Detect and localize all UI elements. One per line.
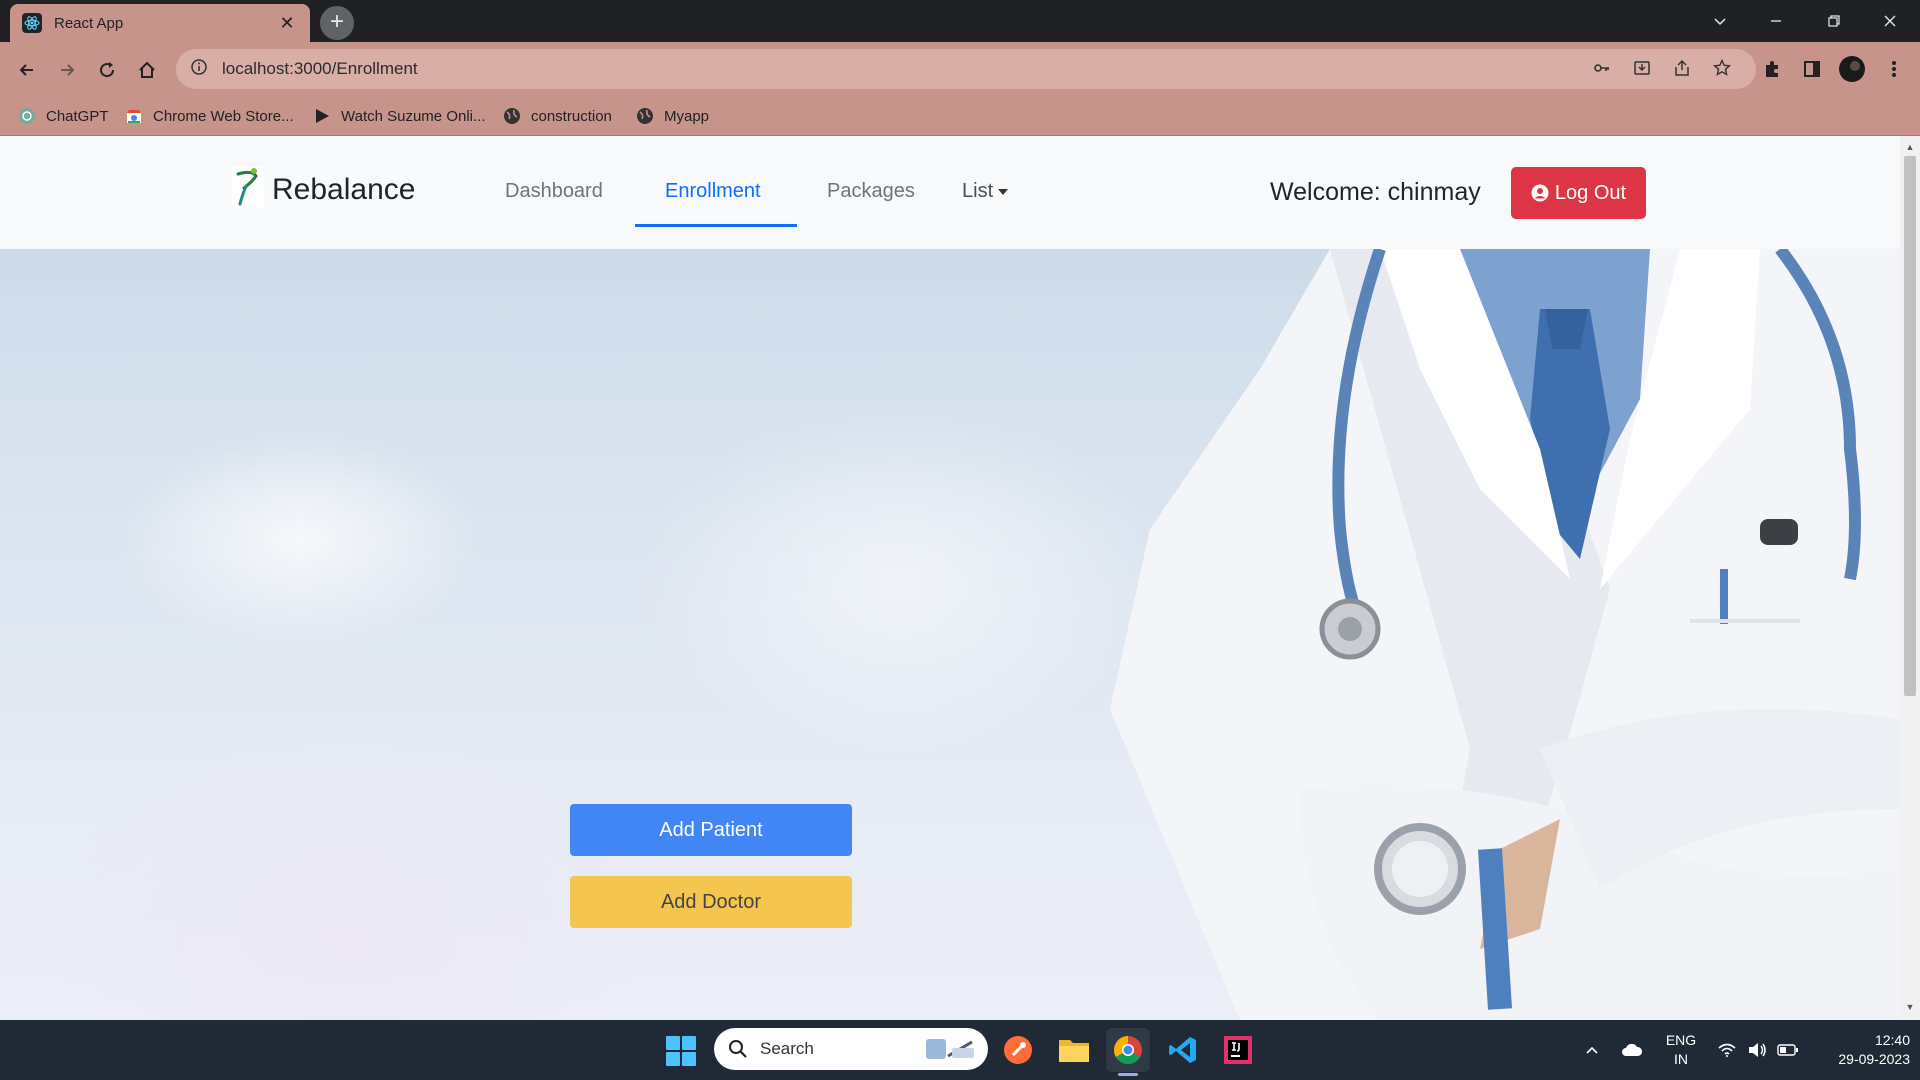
chatgpt-icon	[18, 107, 36, 125]
restore-icon[interactable]	[1806, 0, 1862, 42]
scroll-down-icon[interactable]: ▼	[1905, 1002, 1915, 1012]
add-doctor-button[interactable]: Add Doctor	[570, 876, 852, 928]
lang-line2: IN	[1674, 1051, 1688, 1067]
bookmarks-bar: ChatGPT Chrome Web Store... Watch Suzume…	[0, 96, 1920, 136]
profile-avatar[interactable]	[1838, 55, 1866, 83]
close-window-icon[interactable]	[1862, 0, 1918, 42]
tab-title: React App	[54, 14, 124, 32]
extensions-icon[interactable]	[1758, 55, 1786, 83]
nav-packages[interactable]: Packages	[827, 180, 915, 203]
bookmark-label: Chrome Web Store...	[153, 107, 294, 125]
hero-background: Add Patient Add Doctor	[0, 249, 1900, 1020]
kebab-menu-icon[interactable]	[1880, 55, 1908, 83]
bookmark-myapp[interactable]: Myapp	[636, 104, 709, 128]
taskbar-app-intellij[interactable]	[1216, 1028, 1260, 1072]
nav-enrollment[interactable]: Enrollment	[665, 180, 761, 203]
windows-taskbar: Search ENG IN 12:40 29-09-2023	[0, 1020, 1920, 1080]
scroll-up-icon[interactable]: ▲	[1905, 142, 1915, 152]
home-icon[interactable]	[133, 56, 161, 84]
clock-time: 12:40	[1874, 1032, 1910, 1048]
folder-icon	[1058, 1036, 1090, 1064]
welcome-text: Welcome: chinmay	[1270, 178, 1481, 206]
new-tab-button[interactable]: +	[320, 6, 354, 40]
bookmark-label: ChatGPT	[46, 107, 109, 125]
add-patient-button[interactable]: Add Patient	[570, 804, 852, 856]
tab-search-icon[interactable]	[1692, 0, 1748, 42]
play-icon	[313, 107, 331, 125]
nav-list-dropdown[interactable]: List	[962, 180, 1009, 203]
doctor-background-image	[1110, 249, 1900, 1020]
bookmark-chrome-web-store[interactable]: Chrome Web Store...	[125, 104, 294, 128]
browser-tab-strip: React App ✕ +	[0, 0, 1920, 42]
caret-down-icon	[997, 188, 1009, 196]
bookmark-watch-suzume[interactable]: Watch Suzume Onli...	[313, 104, 486, 128]
volume-icon[interactable]	[1744, 1020, 1770, 1080]
nav-dashboard[interactable]: Dashboard	[505, 180, 603, 203]
scroll-thumb[interactable]	[1904, 156, 1916, 696]
globe-icon	[636, 107, 654, 125]
vscode-icon	[1168, 1035, 1198, 1065]
logout-button[interactable]: Log Out	[1511, 167, 1646, 219]
taskbar-app-vscode[interactable]	[1161, 1028, 1205, 1072]
site-info-icon[interactable]	[190, 58, 208, 81]
taskbar-active-indicator	[1118, 1073, 1138, 1076]
browser-toolbar: localhost:3000/Enrollment	[0, 42, 1920, 96]
password-key-icon[interactable]	[1588, 54, 1616, 82]
nav-list-label: List	[962, 180, 994, 202]
postman-icon	[1003, 1035, 1033, 1065]
search-icon	[728, 1039, 748, 1059]
app-navbar: Rebalance Dashboard Enrollment Packages …	[0, 136, 1900, 249]
show-hidden-icons-icon[interactable]	[1578, 1020, 1606, 1080]
globe-icon	[503, 107, 521, 125]
bookmark-chatgpt[interactable]: ChatGPT	[18, 104, 109, 128]
taskbar-app-file-explorer[interactable]	[1052, 1028, 1096, 1072]
active-tab-indicator	[635, 224, 797, 227]
bookmark-label: Myapp	[664, 107, 710, 125]
browser-tab[interactable]: React App ✕	[10, 4, 310, 42]
bookmark-star-icon[interactable]	[1708, 54, 1736, 82]
url-text: localhost:3000/Enrollment	[222, 59, 418, 78]
reload-icon[interactable]	[93, 56, 121, 84]
brand[interactable]: Rebalance	[232, 166, 415, 213]
address-bar[interactable]: localhost:3000/Enrollment	[176, 49, 1756, 89]
user-circle-icon	[1531, 184, 1549, 202]
wifi-icon[interactable]	[1714, 1020, 1740, 1080]
chrome-web-store-icon	[125, 107, 143, 125]
intellij-icon	[1223, 1035, 1253, 1065]
battery-icon[interactable]	[1774, 1020, 1802, 1080]
onedrive-cloud-icon[interactable]	[1618, 1020, 1646, 1080]
install-app-icon[interactable]	[1628, 54, 1656, 82]
clock-date: 29-09-2023	[1838, 1051, 1910, 1067]
back-icon[interactable]	[13, 56, 41, 84]
taskbar-app-postman[interactable]	[996, 1028, 1040, 1072]
bookmark-label: Watch Suzume Onli...	[341, 107, 486, 125]
bookmark-construction[interactable]: construction	[503, 104, 612, 128]
taskbar-app-chrome[interactable]	[1106, 1028, 1150, 1076]
minimize-icon[interactable]	[1748, 0, 1804, 42]
react-icon	[22, 13, 42, 33]
search-placeholder: Search	[760, 1039, 814, 1058]
brand-name: Rebalance	[272, 172, 416, 206]
tab-close-icon[interactable]: ✕	[276, 13, 298, 34]
language-indicator[interactable]: ENG IN	[1658, 1020, 1704, 1080]
rebalance-logo-icon	[232, 166, 264, 213]
side-panel-icon[interactable]	[1798, 55, 1826, 83]
page-scrollbar[interactable]: ▲ ▼	[1900, 136, 1920, 1020]
chrome-icon	[1113, 1035, 1143, 1065]
logout-label: Log Out	[1554, 181, 1627, 204]
windows-start-icon[interactable]	[666, 1036, 696, 1066]
share-icon[interactable]	[1668, 54, 1696, 82]
search-highlight-icon	[922, 1036, 978, 1062]
clock[interactable]: 12:40 29-09-2023	[1810, 1020, 1910, 1080]
lang-line1: ENG	[1665, 1032, 1697, 1048]
taskbar-search[interactable]: Search	[714, 1028, 988, 1070]
bookmark-label: construction	[531, 107, 612, 125]
forward-icon[interactable]	[53, 56, 81, 84]
web-page: Rebalance Dashboard Enrollment Packages …	[0, 136, 1900, 1020]
